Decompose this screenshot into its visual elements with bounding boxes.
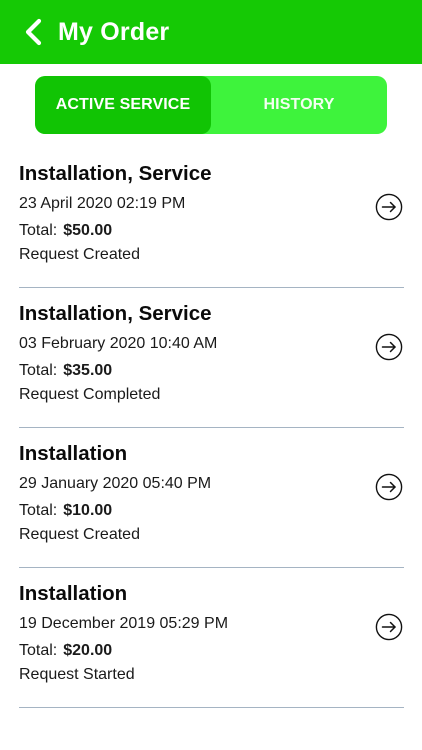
back-button[interactable] (18, 12, 50, 52)
arrow-right-circle-icon (375, 333, 403, 361)
order-item[interactable]: Installation 19 December 2019 05:29 PM T… (19, 568, 404, 708)
order-status: Request Created (19, 526, 140, 543)
arrow-right-circle-icon (375, 193, 403, 221)
arrow-right-circle-icon (375, 613, 403, 641)
arrow-right-circle-icon (375, 473, 403, 501)
order-total-label: Total: (19, 642, 58, 659)
order-title: Installation, Service (19, 302, 212, 325)
tab-history[interactable]: HISTORY (211, 76, 387, 134)
order-total: Total: $20.00 (19, 641, 404, 661)
order-item[interactable]: Installation, Service 23 April 2020 02:1… (19, 148, 404, 288)
order-total-label: Total: (19, 362, 58, 379)
order-total-label: Total: (19, 222, 58, 239)
order-date: 23 April 2020 02:19 PM (19, 195, 186, 212)
order-total-label: Total: (19, 502, 58, 519)
order-title: Installation (19, 442, 128, 465)
tab-active-service[interactable]: ACTIVE SERVICE (35, 76, 211, 134)
order-date: 19 December 2019 05:29 PM (19, 615, 229, 632)
open-order-button[interactable] (374, 192, 404, 222)
order-total-value: $10.00 (63, 502, 113, 519)
order-total-value: $50.00 (63, 222, 113, 239)
open-order-button[interactable] (374, 612, 404, 642)
order-total: Total: $50.00 (19, 221, 404, 241)
open-order-button[interactable] (374, 472, 404, 502)
order-date: 03 February 2020 10:40 AM (19, 335, 218, 352)
order-title: Installation (19, 582, 128, 605)
order-status: Request Completed (19, 386, 161, 403)
header-bar: My Order (0, 0, 422, 64)
open-order-button[interactable] (374, 332, 404, 362)
order-status: Request Started (19, 666, 135, 683)
page-title: My Order (58, 17, 170, 46)
chevron-left-icon (25, 18, 42, 46)
order-total: Total: $35.00 (19, 361, 404, 381)
order-status: Request Created (19, 246, 140, 263)
order-date: 29 January 2020 05:40 PM (19, 475, 212, 492)
app-screen: My Order ACTIVE SERVICE HISTORY Installa… (0, 0, 422, 750)
order-title: Installation, Service (19, 162, 212, 185)
order-item[interactable]: Installation, Service 03 February 2020 1… (19, 288, 404, 428)
order-total-value: $35.00 (63, 362, 113, 379)
tabs-container: ACTIVE SERVICE HISTORY (0, 64, 422, 134)
order-list: Installation, Service 23 April 2020 02:1… (0, 148, 422, 708)
order-total-value: $20.00 (63, 642, 113, 659)
tab-bar: ACTIVE SERVICE HISTORY (35, 76, 387, 134)
order-item[interactable]: Installation 29 January 2020 05:40 PM To… (19, 428, 404, 568)
order-total: Total: $10.00 (19, 501, 404, 521)
